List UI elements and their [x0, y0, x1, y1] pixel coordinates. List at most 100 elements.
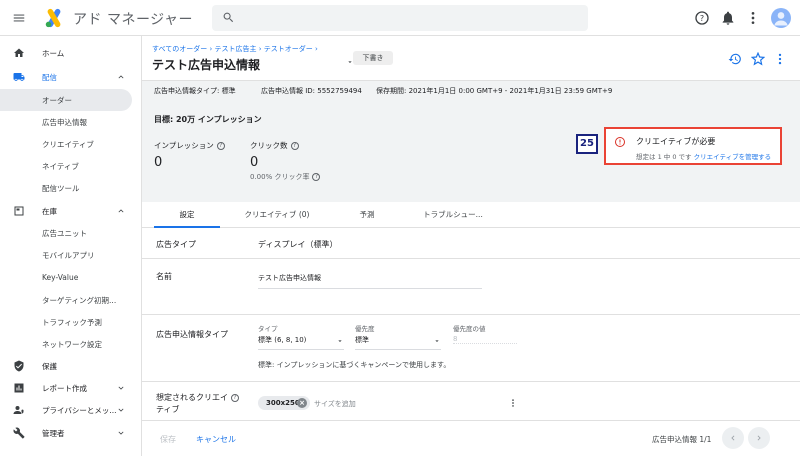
sidebar-item-creatives[interactable]: クリエイティブ: [0, 133, 142, 155]
breadcrumb[interactable]: すべてのオーダー › テスト広告主 › テストオーダー ›: [152, 44, 318, 54]
error-icon: [615, 137, 625, 147]
impressions-label: インプレッション?: [154, 140, 225, 151]
chevron-right-icon: [757, 435, 761, 441]
remove-chip-icon[interactable]: ×: [297, 398, 307, 408]
tab-settings[interactable]: 設定: [154, 202, 220, 228]
line-item-type-label: 広告申込情報タイプ: [156, 330, 228, 339]
chevron-down-icon: [118, 386, 124, 390]
sidebar-item-label: ターゲティング初期...: [42, 296, 117, 305]
impressions-value: 0: [154, 155, 163, 170]
sidebar-item-label: 配信ツール: [42, 184, 80, 193]
search-icon: [223, 12, 234, 23]
tab-creatives[interactable]: クリエイティブ (0): [234, 202, 320, 228]
ctr-label: 0.00% クリック率?: [250, 172, 321, 182]
sidebar-item-label: 管理者: [42, 428, 65, 438]
name-field[interactable]: テスト広告申込情報: [258, 273, 482, 289]
meta-type: 広告申込情報タイプ: 標準: [154, 87, 236, 95]
sidebar-item-label: クリエイティブ: [42, 140, 94, 149]
dropdown-arrow-icon: [435, 340, 439, 342]
footer-bar: 保存 キャンセル 広告申込情報 1/1: [142, 420, 800, 456]
clicks-label: クリック数?: [250, 140, 299, 151]
ad-type-row: 広告タイプ ディスプレイ（標準）: [142, 229, 800, 259]
line-item-meta: 広告申込情報タイプ: 標準 広告申込情報 ID: 5552759494 保存期間…: [142, 80, 800, 100]
help-icon[interactable]: ?: [216, 142, 225, 150]
sidebar-item-privacy[interactable]: プライバシーとメッ...: [0, 399, 142, 421]
notifications-icon[interactable]: [720, 10, 736, 26]
sidebar-item-traffic-forecast[interactable]: トラフィック予測: [0, 311, 142, 333]
chevron-up-icon: [118, 209, 124, 213]
sidebar-item-key-value[interactable]: Key-Value: [0, 267, 142, 289]
sidebar-item-protection[interactable]: 保護: [0, 355, 142, 377]
next-page-button[interactable]: [748, 427, 770, 449]
creative-sizes-label: 想定されるクリエイ?: [156, 392, 239, 403]
name-label: 名前: [156, 272, 172, 281]
alert-title: クリエイティブが必要: [636, 137, 716, 146]
sidebar-item-label: トラフィック予測: [42, 318, 102, 327]
manage-creatives-link[interactable]: クリエイティブを管理する: [694, 153, 771, 161]
chevron-down-icon: [118, 408, 124, 412]
ad-manager-logo: [45, 8, 61, 28]
help-icon[interactable]: ?: [694, 10, 710, 26]
sidebar-item-label: モバイルアプリ: [42, 251, 95, 260]
cancel-button[interactable]: キャンセル: [196, 434, 236, 445]
sidebar-item-ad-units[interactable]: 広告ユニット: [0, 222, 142, 244]
main-content: すべてのオーダー › テスト広告主 › テストオーダー › テスト広告申込情報 …: [142, 36, 800, 456]
prev-page-button[interactable]: [722, 427, 744, 449]
creative-sizes-label-line2: ティブ: [156, 405, 180, 414]
sidebar-item-label: Key-Value: [42, 273, 79, 282]
page-title: テスト広告申込情報: [152, 58, 261, 72]
add-size-input[interactable]: サイズを追加: [314, 399, 356, 409]
sidebar-item-label: レポート作成: [42, 383, 87, 393]
tab-troubleshoot[interactable]: トラブルシュー...: [414, 202, 492, 228]
save-button[interactable]: 保存: [160, 434, 176, 445]
more-vert-icon[interactable]: [773, 52, 787, 66]
app-title: アド マネージャー: [73, 12, 193, 28]
star-icon[interactable]: [751, 52, 765, 66]
help-icon[interactable]: ?: [290, 142, 299, 150]
truck-icon: [13, 73, 25, 81]
type-caption: タイプ: [258, 325, 278, 333]
size-chip[interactable]: 300x250 ×: [258, 396, 310, 410]
sidebar-item-label: 在庫: [42, 206, 57, 216]
dropdown-arrow-icon: [338, 340, 342, 342]
sidebar-item-inventory[interactable]: 在庫: [0, 200, 142, 222]
chevron-left-icon: [731, 435, 735, 441]
svg-text:?: ?: [700, 14, 704, 23]
history-icon[interactable]: [728, 52, 742, 66]
sidebar-item-network-settings[interactable]: ネットワーク設定: [0, 333, 142, 355]
sidebar-item-delivery[interactable]: 配信: [0, 66, 142, 88]
sidebar-item-admin[interactable]: 管理者: [0, 422, 142, 444]
type-select-value: 標準 (6, 8, 10): [258, 336, 307, 344]
avatar[interactable]: [771, 8, 791, 28]
search-input[interactable]: [212, 5, 588, 31]
sidebar-item-line-items[interactable]: 広告申込情報: [0, 111, 142, 133]
sidebar-item-label: 広告申込情報: [42, 118, 87, 127]
sidebar-item-label: 保護: [42, 361, 57, 371]
sidebar-item-native[interactable]: ネイティブ: [0, 155, 142, 177]
sidebar-item-label: ホーム: [42, 48, 65, 58]
sidebar-item-delivery-tools[interactable]: 配信ツール: [0, 177, 142, 199]
priority-select[interactable]: 標準: [355, 335, 441, 350]
creative-sizes-row: 想定されるクリエイ? ティブ 300x250 × サイズを追加: [142, 382, 800, 420]
more-vert-icon[interactable]: [745, 10, 761, 26]
help-icon[interactable]: ?: [231, 393, 239, 402]
name-row: 名前 テスト広告申込情報: [142, 259, 800, 315]
sidebar-item-orders[interactable]: オーダー: [0, 89, 132, 111]
tab-forecast[interactable]: 予測: [334, 202, 400, 228]
menu-icon[interactable]: [12, 11, 26, 25]
help-icon[interactable]: ?: [312, 173, 321, 181]
priority-number-field: 8: [453, 335, 517, 344]
sidebar-item-mobile-apps[interactable]: モバイルアプリ: [0, 244, 142, 266]
sidebar-item-label: プライバシーとメッ...: [42, 405, 117, 415]
priority-select-value: 標準: [355, 336, 369, 344]
sidebar-item-home[interactable]: ホーム: [0, 42, 142, 64]
sidebar-item-reporting[interactable]: レポート作成: [0, 377, 142, 399]
alert-subtitle: 想定は 1 中 0 です クリエイティブを管理する: [636, 153, 772, 161]
sidebar-item-label: 広告ユニット: [42, 229, 87, 238]
more-vert-icon[interactable]: [508, 398, 518, 408]
meta-id: 広告申込情報 ID: 5552759494: [261, 87, 362, 95]
sidebar-item-targeting[interactable]: ターゲティング初期...: [0, 289, 142, 311]
tab-bar: 設定 クリエイティブ (0) 予測 トラブルシュー...: [142, 202, 800, 228]
sidebar-nav: ホーム 配信 オーダー 広告申込情報 クリエイティブ ネイティブ 配信ツール 在…: [0, 36, 142, 456]
type-select[interactable]: 標準 (6, 8, 10): [258, 335, 344, 350]
